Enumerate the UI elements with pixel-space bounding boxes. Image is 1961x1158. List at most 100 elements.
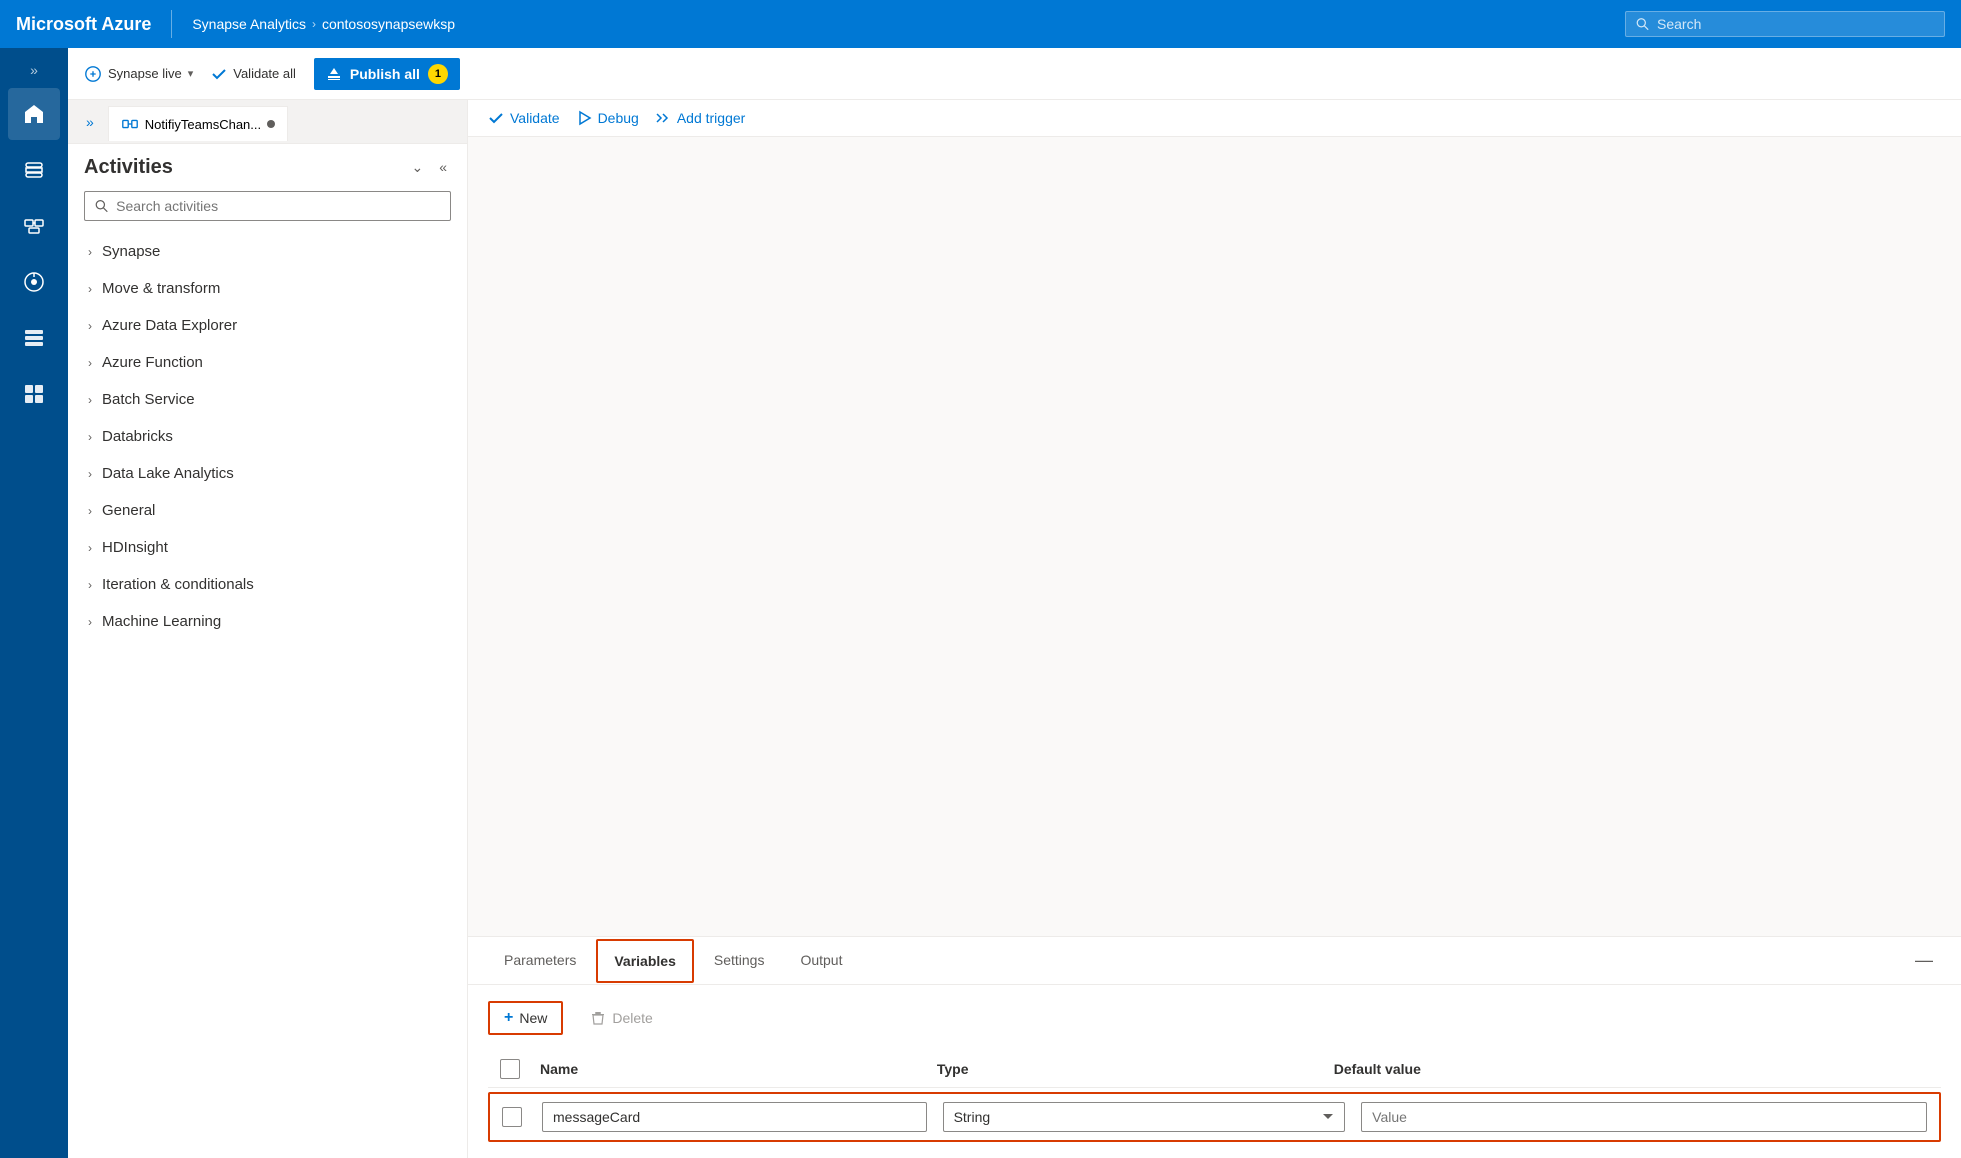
rail-expand-btn[interactable]: » bbox=[24, 56, 44, 84]
activities-list: › Synapse › Move & transform › Azure Dat… bbox=[68, 233, 467, 1158]
list-item[interactable]: › Synapse bbox=[76, 233, 459, 270]
activities-search-input[interactable] bbox=[116, 198, 440, 214]
nav-integrate[interactable] bbox=[8, 200, 60, 252]
column-type-header: Type bbox=[937, 1061, 1334, 1077]
new-variable-button[interactable]: + New bbox=[488, 1001, 563, 1035]
variable-name-input[interactable] bbox=[542, 1102, 927, 1132]
activities-panel: » NotifiyTeamsChan... Activities bbox=[68, 100, 468, 1158]
search-icon bbox=[1636, 17, 1649, 31]
search-input[interactable] bbox=[1657, 16, 1934, 32]
trigger-icon bbox=[655, 110, 671, 126]
chevron-icon: › bbox=[88, 541, 92, 555]
minimize-panel-btn[interactable]: — bbox=[1907, 946, 1941, 975]
chevron-icon: › bbox=[88, 430, 92, 444]
list-item[interactable]: › Move & transform bbox=[76, 270, 459, 307]
bottom-tabs-row: Parameters Variables Settings Output — bbox=[468, 937, 1961, 985]
activities-header: Activities ⌄ « bbox=[68, 144, 467, 187]
bottom-panel: Parameters Variables Settings Output — bbox=[468, 936, 1961, 1158]
plus-icon: + bbox=[504, 1009, 513, 1027]
nav-data[interactable] bbox=[8, 144, 60, 196]
pipeline-tab-strip: » NotifiyTeamsChan... bbox=[68, 100, 467, 144]
column-name-header: Name bbox=[540, 1061, 937, 1077]
variables-table-header: Name Type Default value bbox=[488, 1051, 1941, 1088]
tab-variables[interactable]: Variables bbox=[596, 939, 694, 983]
chevron-icon: › bbox=[88, 578, 92, 592]
second-toolbar: Synapse live ▾ Validate all Publish all … bbox=[68, 48, 1961, 100]
panel-expand-btn[interactable]: » bbox=[80, 108, 100, 136]
canvas-space[interactable] bbox=[468, 137, 1961, 936]
chevron-icon: › bbox=[88, 282, 92, 296]
top-bar: Microsoft Azure Synapse Analytics › cont… bbox=[0, 0, 1961, 48]
chevron-icon: › bbox=[88, 319, 92, 333]
publish-all-button[interactable]: Publish all 1 bbox=[314, 58, 460, 90]
nav-deploy[interactable] bbox=[8, 368, 60, 420]
synapse-live-chevron: ▾ bbox=[188, 67, 194, 80]
collapse-btn[interactable]: ⌄ bbox=[407, 157, 427, 178]
variable-row: String Boolean Integer Array bbox=[488, 1092, 1941, 1142]
validate-check-icon bbox=[488, 110, 504, 126]
canvas-area: Validate Debug Add trigger bbox=[468, 100, 1961, 1158]
database-icon bbox=[22, 158, 46, 182]
content-area: Synapse live ▾ Validate all Publish all … bbox=[68, 48, 1961, 1158]
variable-type-select[interactable]: String Boolean Integer Array bbox=[943, 1102, 1346, 1132]
list-item[interactable]: › Azure Data Explorer bbox=[76, 307, 459, 344]
nav-monitor[interactable] bbox=[8, 256, 60, 308]
validate-button[interactable]: Validate bbox=[488, 110, 560, 126]
chevron-icon: › bbox=[88, 615, 92, 629]
header-checkbox[interactable] bbox=[500, 1059, 520, 1079]
column-default-header: Default value bbox=[1334, 1061, 1929, 1077]
row-checkbox[interactable] bbox=[502, 1107, 522, 1127]
main-layout: » bbox=[0, 48, 1961, 1158]
variables-toolbar: + New Delete bbox=[488, 1001, 1941, 1035]
chevron-icon: › bbox=[88, 467, 92, 481]
trash-icon bbox=[590, 1010, 606, 1026]
activities-title: Activities bbox=[84, 156, 173, 179]
two-panel: » NotifiyTeamsChan... Activities bbox=[68, 100, 1961, 1158]
list-item[interactable]: › Batch Service bbox=[76, 381, 459, 418]
tab-output[interactable]: Output bbox=[784, 940, 858, 982]
workspace-name: contososynapsewksp bbox=[322, 16, 455, 32]
validate-icon bbox=[211, 66, 227, 82]
synapse-service-label: Synapse Analytics › contososynapsewksp bbox=[192, 16, 455, 32]
integrate-icon bbox=[22, 214, 46, 238]
monitor-icon bbox=[22, 270, 46, 294]
chevron-icon: › bbox=[88, 356, 92, 370]
publish-badge: 1 bbox=[428, 64, 448, 84]
nav-home[interactable] bbox=[8, 88, 60, 140]
activities-search-box[interactable] bbox=[84, 191, 451, 221]
pipeline-tab-item[interactable]: NotifiyTeamsChan... bbox=[108, 106, 288, 141]
list-item[interactable]: › Machine Learning bbox=[76, 603, 459, 640]
manage-icon bbox=[22, 326, 46, 350]
variable-default-input[interactable] bbox=[1361, 1102, 1927, 1132]
tab-settings[interactable]: Settings bbox=[698, 940, 781, 982]
synapse-live-selector[interactable]: Synapse live ▾ bbox=[84, 65, 193, 83]
debug-play-icon bbox=[576, 110, 592, 126]
nav-manage[interactable] bbox=[8, 312, 60, 364]
chevron-icon: › bbox=[88, 504, 92, 518]
deploy-icon bbox=[22, 382, 46, 406]
publish-icon bbox=[326, 66, 342, 82]
synapse-live-icon bbox=[84, 65, 102, 83]
modified-indicator bbox=[267, 120, 275, 128]
delete-variable-button[interactable]: Delete bbox=[575, 1003, 667, 1033]
hide-panel-btn[interactable]: « bbox=[435, 157, 451, 178]
list-item[interactable]: › Azure Function bbox=[76, 344, 459, 381]
azure-brand: Microsoft Azure bbox=[16, 14, 151, 35]
home-icon bbox=[22, 102, 46, 126]
icon-rail: » bbox=[0, 48, 68, 1158]
global-search[interactable] bbox=[1625, 11, 1945, 37]
debug-button[interactable]: Debug bbox=[576, 110, 639, 126]
list-item[interactable]: › General bbox=[76, 492, 459, 529]
synapse-live-label: Synapse live bbox=[108, 66, 182, 81]
list-item[interactable]: › Data Lake Analytics bbox=[76, 455, 459, 492]
add-trigger-button[interactable]: Add trigger bbox=[655, 110, 745, 126]
chevron-icon: › bbox=[88, 393, 92, 407]
top-bar-divider bbox=[171, 10, 172, 38]
list-item[interactable]: › Databricks bbox=[76, 418, 459, 455]
list-item[interactable]: › Iteration & conditionals bbox=[76, 566, 459, 603]
list-item[interactable]: › HDInsight bbox=[76, 529, 459, 566]
validate-all-button[interactable]: Validate all bbox=[201, 60, 306, 88]
variables-content: + New Delete bbox=[468, 985, 1961, 1158]
tab-parameters[interactable]: Parameters bbox=[488, 940, 592, 982]
activities-controls: ⌄ « bbox=[407, 157, 451, 178]
